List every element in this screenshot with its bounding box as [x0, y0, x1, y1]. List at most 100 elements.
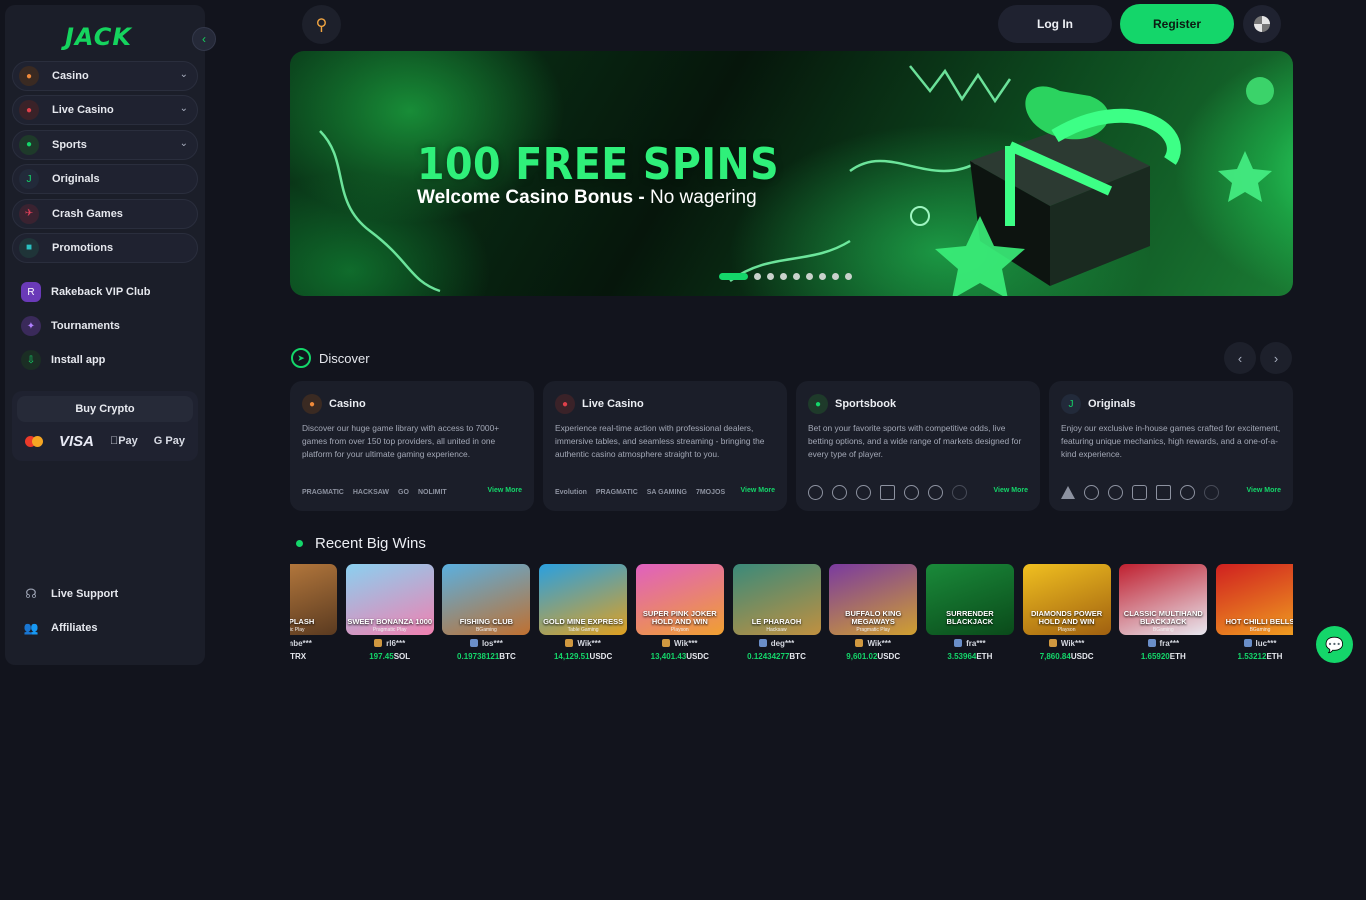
sidebar-item-install-app[interactable]: ⇩ Install app — [12, 343, 198, 377]
chevron-down-icon[interactable]: ⌄ — [180, 138, 188, 149]
game-thumbnail[interactable]: HOT CHILLI BELLS BGaming — [1216, 564, 1293, 635]
search-button[interactable]: ⚲ — [302, 5, 341, 44]
game-thumbnail[interactable]: SUPER PINK JOKER HOLD AND WIN Playson — [635, 564, 724, 635]
sidebar-item-affiliates[interactable]: 👥 Affiliates — [12, 611, 198, 645]
username-text: Wik*** — [867, 639, 891, 648]
card-description: Discover our huge game library with acce… — [302, 423, 500, 459]
username-text: los*** — [481, 639, 503, 648]
provider-logo: Evolution — [555, 488, 587, 496]
carousel-dot[interactable] — [793, 273, 800, 280]
carousel-dot[interactable] — [832, 273, 839, 280]
game-thumbnail[interactable]: DIAMONDS POWER HOLD AND WIN Playson — [1022, 564, 1111, 635]
chevron-down-icon[interactable]: ⌄ — [180, 69, 188, 80]
vip-icon: R — [21, 282, 41, 303]
register-button[interactable]: Register — [1120, 4, 1234, 44]
carousel-dot[interactable] — [754, 273, 761, 280]
carousel-dot[interactable] — [845, 273, 852, 280]
win-currency: BTC — [499, 652, 516, 661]
recent-win-item[interactable]: BUFFALO KING MEGAWAYS Pragmatic Play Wik**… — [829, 564, 918, 661]
discover-card-sportsbook[interactable]: ● Sportsbook Bet on your favorite sports… — [796, 381, 1040, 511]
carousel-dot[interactable] — [767, 273, 774, 280]
discover-card-live-casino[interactable]: ● Live Casino Experience real-time actio… — [543, 381, 787, 511]
recent-win-item[interactable]: SURRENDER BLACKJACK fra*** 3.53964ETH — [925, 564, 1014, 661]
rocket-icon — [1204, 484, 1219, 500]
sidebar-item-live-support[interactable]: ☊ Live Support — [12, 577, 198, 611]
chevron-down-icon[interactable]: ⌄ — [180, 103, 188, 114]
game-thumbnail[interactable]: SS SPLASHmatic Play — [290, 564, 337, 635]
recent-win-item[interactable]: LE PHARAOH Hacksaw deg*** 0.12434277BTC — [732, 564, 821, 661]
game-thumbnail[interactable]: CLASSIC MULTIHAND BLACKJACK BGaming — [1119, 564, 1208, 635]
discover-card-originals[interactable]: J Originals Enjoy our exclusive in-house… — [1049, 381, 1293, 511]
username-text: Wik*** — [577, 639, 601, 648]
sports-icon: ● — [19, 134, 39, 155]
user-rank-icon — [1048, 639, 1057, 647]
recent-win-item[interactable]: FISHING CLUB BGaming los*** 0.19738121BTC — [442, 564, 531, 661]
game-thumbnail[interactable]: LE PHARAOH Hacksaw — [732, 564, 821, 635]
sidebar-item-rakeback-vip-club[interactable]: R Rakeback VIP Club — [12, 275, 198, 309]
game-title: LE PHARAOH — [751, 617, 802, 626]
chevron-left-icon: ‹ — [202, 32, 206, 46]
game-title: DIAMONDS POWER HOLD AND WIN — [1030, 609, 1103, 626]
promo-banner[interactable]: 100 FREE SPINS Welcome Casino Bonus - No… — [290, 51, 1293, 296]
buy-crypto-button[interactable]: Buy Crypto — [17, 396, 193, 423]
sidebar-item-crash-games[interactable]: ✈ Crash Games — [12, 198, 198, 229]
collapse-sidebar-button[interactable]: ‹ — [192, 27, 216, 51]
recent-win-item[interactable]: HOT CHILLI BELLS BGaming luc*** 1.53212ETH — [1216, 564, 1293, 661]
sidebar-item-originals[interactable]: J Originals — [12, 164, 198, 195]
sidebar-item-casino[interactable]: ● Casino ⌄ — [12, 61, 198, 91]
username-text: fra*** — [966, 639, 986, 648]
win-currency: ETH — [1266, 652, 1283, 661]
view-more-link[interactable]: View More — [994, 487, 1029, 494]
chat-button[interactable]: 💬 — [1316, 626, 1353, 663]
logo[interactable]: JACK — [65, 23, 132, 51]
recent-win-item[interactable]: DIAMONDS POWER HOLD AND WIN Playson Wik***… — [1022, 564, 1111, 661]
provider-logo: PRAGMATIC — [302, 488, 344, 496]
card-title: Live Casino — [582, 398, 644, 410]
wheel-icon — [1084, 484, 1099, 500]
discover-next-button[interactable]: › — [1260, 342, 1292, 374]
game-thumbnail[interactable]: SWEET BONANZA 1000 Pragmatic Play — [345, 564, 434, 635]
winner-username: los*** — [442, 639, 530, 648]
sidebar-item-sports[interactable]: ● Sports ⌄ — [12, 129, 198, 160]
sidebar: JACK ‹ ● Casino ⌄ ● Live Casino ⌄ ● Spor… — [5, 5, 216, 665]
carousel-dot[interactable] — [806, 273, 813, 280]
view-more-link[interactable]: View More — [488, 487, 523, 494]
view-more-link[interactable]: View More — [741, 487, 776, 494]
game-thumbnail[interactable]: BUFFALO KING MEGAWAYS Pragmatic Play — [829, 564, 918, 635]
carousel-dot[interactable] — [719, 273, 748, 280]
carousel-dot[interactable] — [819, 273, 826, 280]
sidebar-item-tournaments[interactable]: ✦ Tournaments — [12, 309, 198, 343]
win-amount-value: 14,129.51 — [553, 652, 590, 661]
provider-logo: PRAGMATIC — [595, 488, 638, 496]
sidebar-item-promotions[interactable]: ■ Promotions — [12, 232, 198, 263]
apple-pay-label: Pay — [115, 435, 138, 448]
view-more-link[interactable]: View More — [1247, 487, 1282, 494]
carousel-dot[interactable] — [780, 273, 787, 280]
users-icon: 👥 — [23, 621, 39, 635]
win-amount-value: 9,601.02 — [846, 652, 878, 661]
recent-win-item[interactable]: CLASSIC MULTIHAND BLACKJACK BGaming fra***… — [1119, 564, 1208, 661]
user-rank-icon — [758, 639, 767, 647]
recent-win-item[interactable]: GOLD MINE EXPRESS Table Gaming Wik*** 14,12… — [539, 564, 628, 661]
recent-win-item[interactable]: SS SPLASHmatic Play mbe*** 0KTRX — [290, 564, 337, 661]
game-thumbnail[interactable]: SURRENDER BLACKJACK — [925, 564, 1014, 635]
card-footer: View More — [808, 483, 1028, 501]
sidebar-item-label: Crash Games — [52, 207, 123, 220]
provider-logo: NOLIMIT — [417, 488, 447, 496]
login-button[interactable]: Log In — [998, 5, 1112, 43]
discover-prev-button[interactable]: ‹ — [1224, 342, 1256, 374]
win-amount: 197.45SOL — [346, 652, 434, 661]
discover-card-casino[interactable]: ● Casino Discover our huge game library … — [290, 381, 534, 511]
casino-icon: ● — [19, 66, 39, 86]
game-thumbnail[interactable]: FISHING CLUB BGaming — [442, 564, 531, 635]
language-button[interactable] — [1243, 5, 1281, 43]
recent-win-item[interactable]: SWEET BONANZA 1000 Pragmatic Play rl6*** 19… — [345, 564, 434, 661]
win-amount: 7,860.84USDC — [1023, 652, 1111, 661]
recent-win-item[interactable]: SUPER PINK JOKER HOLD AND WIN Playson Wik*… — [635, 564, 724, 661]
winner-username: Wik*** — [1023, 639, 1111, 648]
sports-icon: ● — [808, 394, 828, 414]
live-indicator — [296, 540, 303, 547]
sidebar-item-live-casino[interactable]: ● Live Casino ⌄ — [12, 95, 198, 126]
game-thumbnail[interactable]: GOLD MINE EXPRESS Table Gaming — [539, 564, 628, 635]
game-provider: Playson — [1057, 627, 1076, 633]
